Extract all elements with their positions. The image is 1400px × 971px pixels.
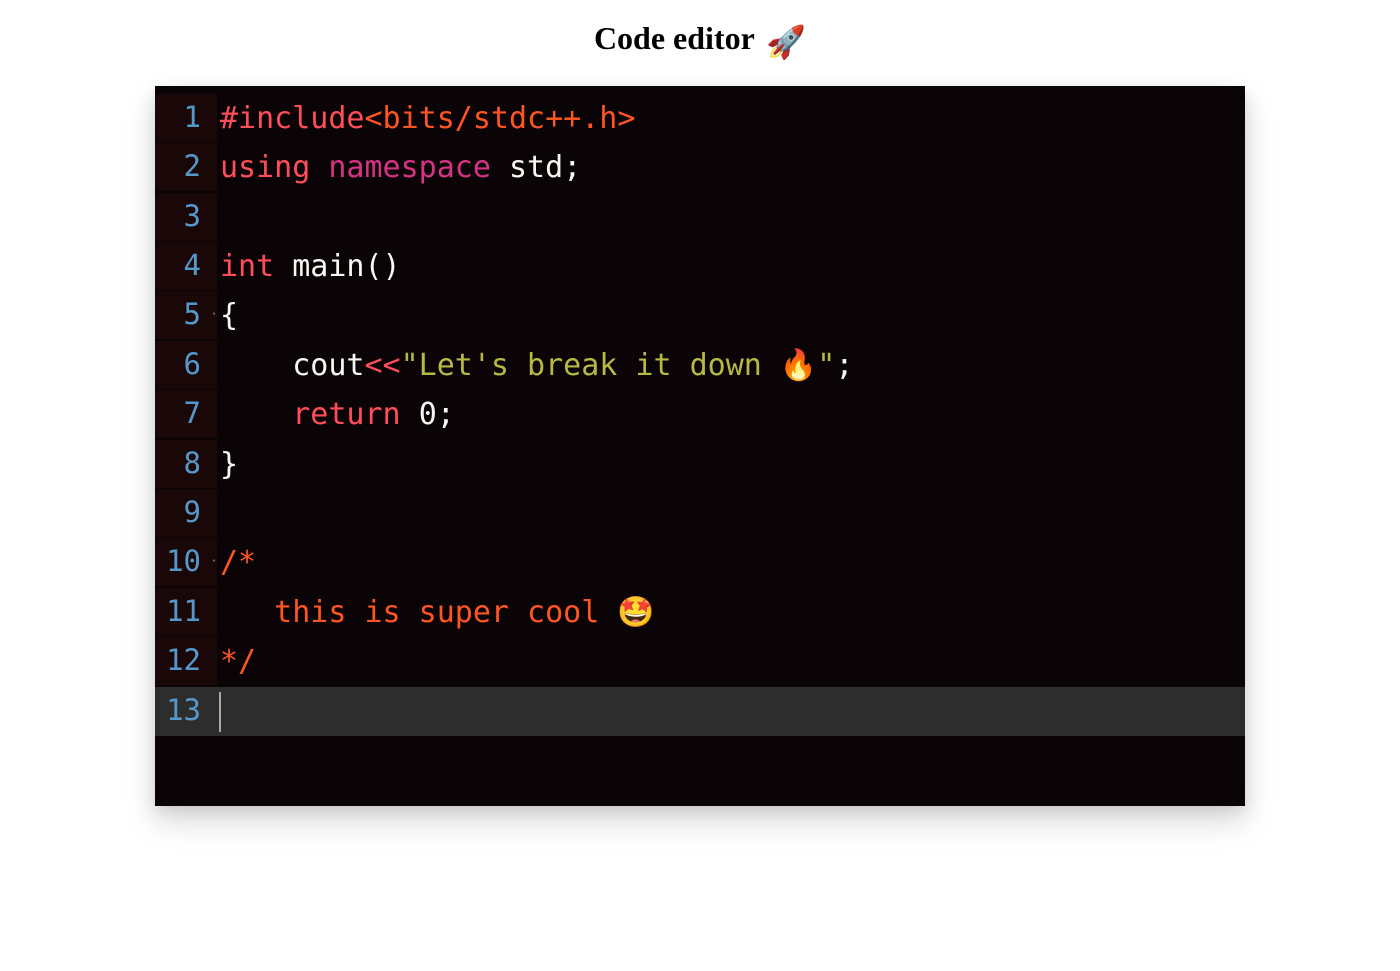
line-number: 12 [155,637,211,685]
code-token [220,348,292,383]
line-number: 4 [155,242,211,290]
code-token: #include [220,101,365,136]
line-number: 9 [155,489,211,537]
line-number: 11 [155,588,211,636]
code-line[interactable]: 4int main() [155,242,1245,292]
code-token: 0 [419,397,437,432]
line-number: 6 [155,341,211,389]
gutter: 5· [155,291,217,339]
code-content[interactable]: int main() [217,242,1245,292]
code-token: int [220,249,274,284]
code-line[interactable]: 2using namespace std; [155,143,1245,193]
rocket-icon: 🚀 [766,23,806,61]
page-title-text: Code editor [594,20,754,56]
code-line[interactable]: 6 cout<<"Let's break it down 🔥"; [155,341,1245,391]
line-number: 2 [155,143,211,191]
code-content[interactable]: { [217,291,1245,341]
code-token: std [509,150,563,185]
gutter: 9 [155,489,217,537]
line-number: 3 [155,193,211,241]
code-line[interactable]: 8} [155,440,1245,490]
gutter: 4 [155,242,217,290]
code-token [491,150,509,185]
code-line[interactable]: 3 [155,193,1245,242]
code-token: ; [835,348,853,383]
gutter: 6 [155,341,217,389]
code-token: using [220,150,310,185]
line-number: 5 [155,291,211,339]
code-token [401,397,419,432]
code-content[interactable]: return 0; [217,390,1245,440]
code-line[interactable]: 5·{ [155,291,1245,341]
code-line[interactable]: 12 */ [155,637,1245,687]
code-content[interactable]: /* [217,538,1245,588]
line-number: 7 [155,390,211,438]
code-content[interactable]: } [217,440,1245,490]
code-token: "Let's break it down 🔥" [401,348,836,383]
code-line[interactable]: 7 return 0; [155,390,1245,440]
gutter: 12 [155,637,217,685]
code-token: cout [292,348,364,383]
code-token: /* [220,545,256,580]
code-content[interactable]: using namespace std; [217,143,1245,193]
code-token [310,150,328,185]
code-editor[interactable]: 1#include<bits/stdc++.h>2using namespace… [155,86,1245,807]
code-token: */ [220,644,256,679]
code-content[interactable]: cout<<"Let's break it down 🔥"; [217,341,1245,391]
code-token: ; [563,150,581,185]
code-token: ; [437,397,455,432]
code-token: } [220,447,238,482]
gutter: 10· [155,538,217,586]
code-token [220,397,292,432]
code-line[interactable]: 1#include<bits/stdc++.h> [155,94,1245,144]
page-title: Code editor 🚀 [50,20,1350,61]
code-token: return [292,397,400,432]
code-line[interactable]: 9 [155,489,1245,538]
gutter: 7 [155,390,217,438]
gutter: 1 [155,94,217,142]
line-number: 1 [155,94,211,142]
line-number: 10 [155,538,211,586]
gutter: 13 [155,687,217,735]
fold-marker [211,489,217,537]
gutter: 8 [155,440,217,488]
code-token: << [365,348,401,383]
cursor [219,692,221,732]
code-token: this is super cool 🤩 [220,595,655,630]
code-token: <bits/stdc++.h> [365,101,636,136]
gutter: 11 [155,588,217,636]
fold-marker [211,193,217,241]
gutter: 2 [155,143,217,191]
code-token: main [292,249,364,284]
line-number: 8 [155,440,211,488]
line-number: 13 [155,687,211,735]
code-token: () [365,249,401,284]
code-content[interactable]: this is super cool 🤩 [217,588,1245,638]
code-line[interactable]: 13 [155,687,1245,737]
code-token: namespace [328,150,491,185]
code-content[interactable]: */ [217,637,1245,687]
code-line[interactable]: 10·/* [155,538,1245,588]
code-content[interactable] [217,687,1245,737]
code-line[interactable]: 11 this is super cool 🤩 [155,588,1245,638]
gutter: 3 [155,193,217,241]
code-content[interactable]: #include<bits/stdc++.h> [217,94,1245,144]
code-token: { [220,298,238,333]
code-token [274,249,292,284]
